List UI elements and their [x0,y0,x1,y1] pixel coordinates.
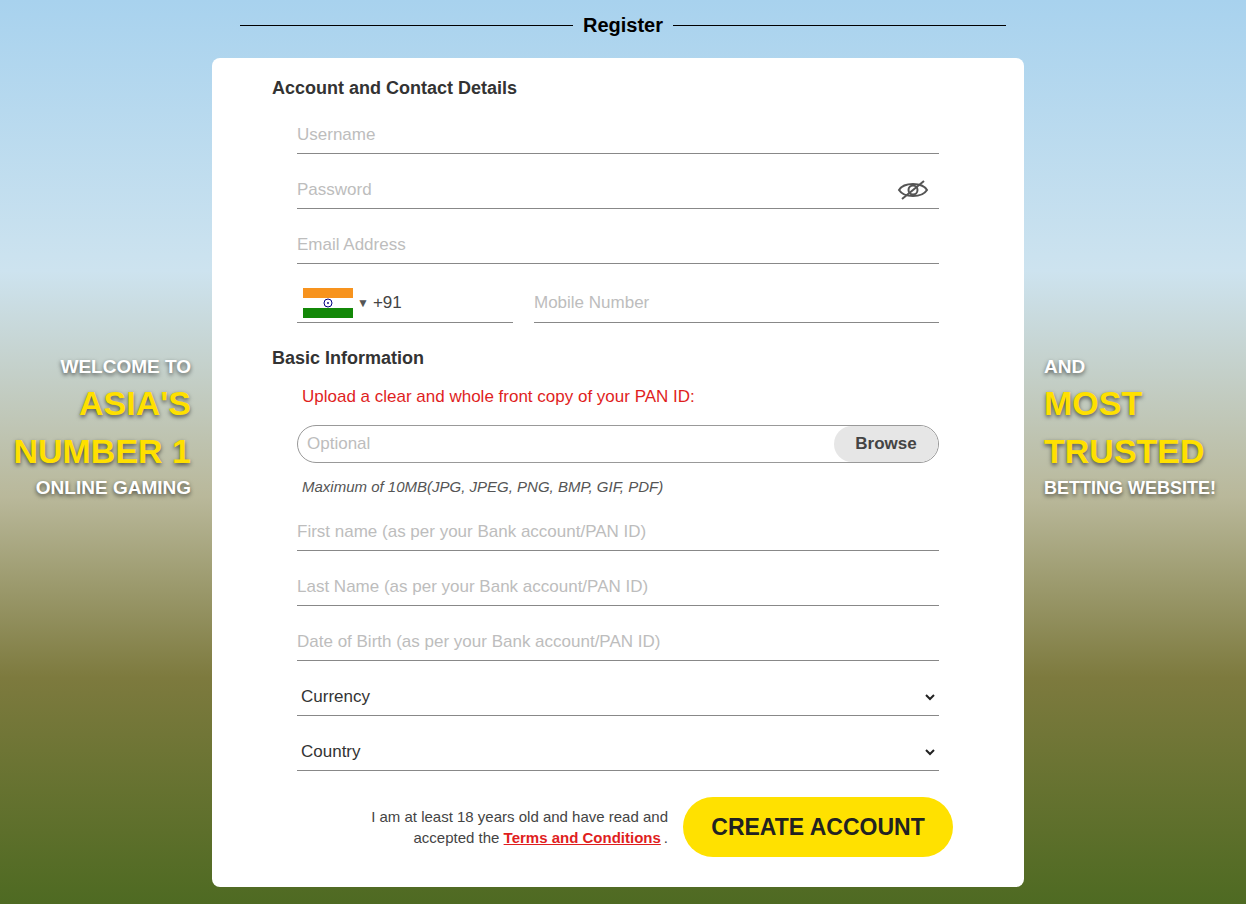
banner-text: AND [1044,355,1085,379]
password-field [297,172,939,209]
banner-right: AND MOST TRUSTED BETTING WEBSITE! [1024,58,1246,887]
dob-input[interactable] [297,629,939,655]
dob-field [297,624,939,661]
section-heading: Account and Contact Details [272,76,964,100]
phone-row: ▼ +91 [297,283,939,323]
register-card: Account and Contact Details [212,58,1024,887]
upload-label: Upload a clear and whole front copy of y… [297,386,939,408]
currency-select[interactable]: Currency [297,679,939,716]
fields: ▼ +91 [297,100,939,323]
footer-row: I am at least 18 years old and have read… [272,797,953,857]
create-account-button[interactable]: CREATE ACCOUNT [683,797,953,857]
select-label: Country [301,739,361,765]
email-field [297,227,939,264]
password-input[interactable] [297,177,897,203]
period: . [664,829,668,846]
last-name-field [297,569,939,606]
consent-text: I am at least 18 years old and have read… [338,806,668,848]
banner-text: ONLINE GAMING [36,475,191,501]
title-rule [240,25,573,26]
banner-text: NUMBER 1 [13,427,191,475]
chevron-down-icon [925,694,935,701]
mobile-field [534,283,939,323]
banner-left: WELCOME TO ASIA'S NUMBER 1 ONLINE GAMING [0,58,212,887]
terms-link[interactable]: Terms and Conditions [504,829,661,846]
mobile-input[interactable] [534,290,939,316]
country-select[interactable]: Country [297,734,939,771]
username-input[interactable] [297,122,939,148]
first-name-input[interactable] [297,519,939,545]
select-label: Currency [301,684,370,710]
page: Register WELCOME TO ASIA'S NUMBER 1 ONLI… [0,0,1246,904]
title-rule [673,25,1006,26]
banner-text: MOST [1044,379,1142,427]
file-upload: Browse [297,425,939,463]
content-row: WELCOME TO ASIA'S NUMBER 1 ONLINE GAMING… [0,58,1246,887]
india-flag-icon [303,288,353,318]
file-input[interactable] [298,431,834,457]
upload-note: Maximum of 10MB(JPG, JPEG, PNG, BMP, GIF… [297,477,939,497]
page-title: Register [583,13,663,37]
last-name-input[interactable] [297,574,939,600]
banner-text: BETTING WEBSITE! [1044,475,1216,501]
fields: Upload a clear and whole front copy of y… [297,370,939,771]
country-code-picker[interactable]: ▼ +91 [297,283,513,323]
section-heading: Basic Information [272,346,964,370]
banner-text: ASIA'S [79,379,191,427]
caret: ▼ [357,297,369,309]
banner-text: TRUSTED [1044,427,1205,475]
first-name-field [297,514,939,551]
title-row: Register [0,0,1246,48]
username-field [297,117,939,154]
browse-button[interactable]: Browse [834,426,938,462]
email-input[interactable] [297,232,939,258]
dial-code: +91 [373,290,402,316]
eye-slash-icon[interactable] [897,178,929,202]
chevron-down-icon [925,749,935,756]
banner-text: WELCOME TO [60,355,191,379]
